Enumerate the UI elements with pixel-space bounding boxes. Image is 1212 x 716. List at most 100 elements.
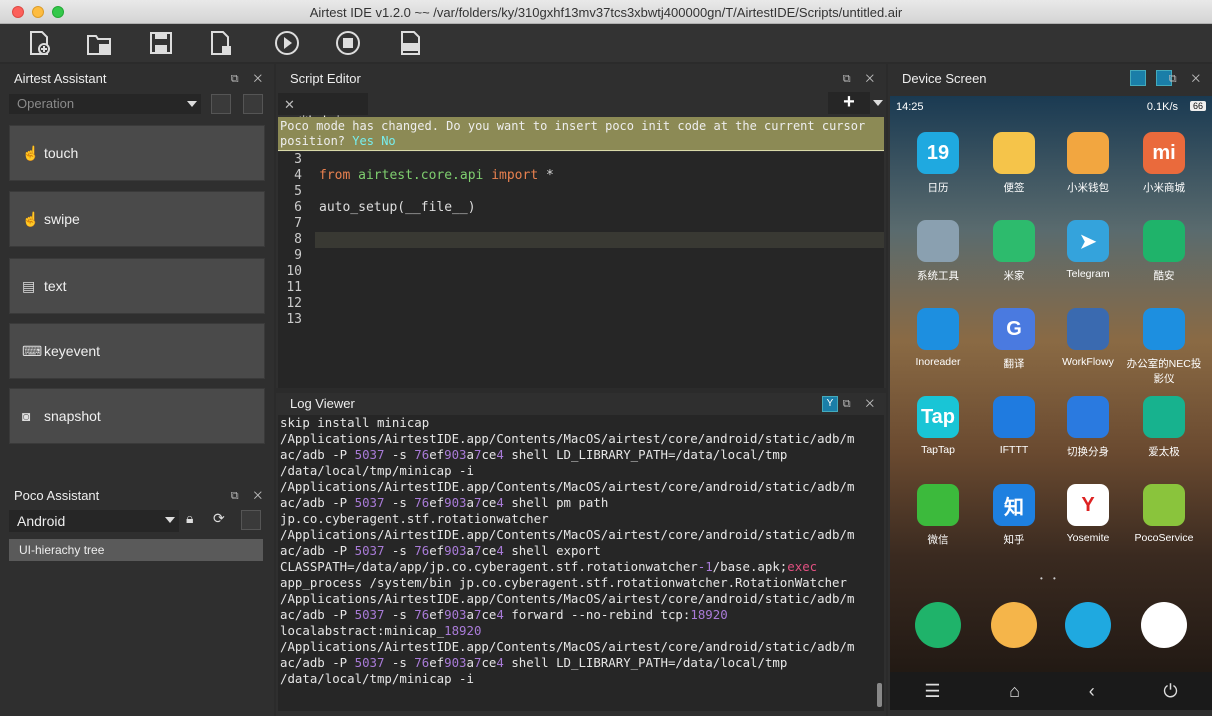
app-label: IFTTT (999, 444, 1029, 456)
panel-controls[interactable]: ⧉ ✕ (231, 485, 268, 507)
app-glyph (1143, 396, 1185, 438)
app-label: Telegram (1066, 268, 1110, 280)
back-icon[interactable]: ‹ (1089, 681, 1095, 702)
poco-mode-value: Android (17, 513, 66, 529)
power-icon[interactable]: ⏻ (1163, 681, 1177, 702)
dock-app-icon[interactable] (1126, 602, 1202, 654)
app-icon[interactable]: 办公室的NEC投影仪 (1126, 308, 1202, 386)
app-icon[interactable]: ➤ Telegram (1050, 220, 1126, 280)
run-icon[interactable] (272, 28, 302, 58)
app-glyph: Tap (917, 396, 959, 438)
app-icon[interactable]: IFTTT (976, 396, 1052, 456)
keyevent-label: keyevent (44, 343, 101, 359)
app-icon[interactable]: 小米钱包 (1050, 132, 1126, 195)
app-label: 爱太极 (1148, 446, 1180, 458)
snapshot-label: snapshot (44, 408, 101, 424)
log-icon[interactable] (396, 28, 426, 58)
ui-hierarchy-tree-item[interactable]: UI-hierachy tree (9, 539, 263, 561)
phone-status-bar: 14:25 0.1K/s 66 (890, 96, 1212, 118)
lock-icon[interactable]: 🔒︎ (186, 510, 206, 530)
save-icon[interactable] (146, 28, 176, 58)
dock-app-icon[interactable] (1050, 602, 1126, 654)
log-output[interactable]: skip install minicap /Applications/Airte… (278, 415, 884, 711)
app-label: 小米钱包 (1067, 182, 1109, 194)
tab-untitled[interactable]: ✕ untitled.air (278, 93, 368, 128)
select-region-icon[interactable] (211, 94, 231, 114)
text-button[interactable]: ▤ text (9, 258, 265, 314)
refresh-icon[interactable]: ⟳ (213, 510, 233, 530)
line-number: 9 (294, 248, 302, 263)
app-icon[interactable]: Inoreader (900, 308, 976, 368)
app-icon[interactable]: 便签 (976, 132, 1052, 195)
operation-select[interactable]: Operation (9, 94, 201, 114)
dock-app-icon[interactable] (900, 602, 976, 654)
app-icon[interactable]: G 翻译 (976, 308, 1052, 371)
keyboard-icon: ⌨ (22, 342, 43, 359)
notice-no-link[interactable]: No (381, 134, 395, 148)
app-glyph (993, 132, 1035, 174)
module-name: airtest.core.api (358, 168, 484, 183)
touch-label: touch (44, 145, 79, 161)
app-icon[interactable]: PocoService (1126, 484, 1202, 544)
close-tab-icon[interactable]: ✕ (284, 97, 295, 112)
app-glyph: 19 (917, 132, 959, 174)
stop-icon[interactable] (333, 28, 363, 58)
inspect-icon[interactable] (1130, 70, 1146, 86)
app-icon[interactable]: 系统工具 (900, 220, 976, 283)
app-glyph (1143, 308, 1185, 350)
app-icon[interactable]: 19 日历 (900, 132, 976, 195)
panel-controls[interactable]: ⧉ ✕ (231, 68, 268, 90)
line-number: 11 (286, 280, 302, 295)
tab-menu-chevron-icon[interactable] (873, 100, 883, 106)
app-icon[interactable]: 米家 (976, 220, 1052, 283)
app-icon[interactable]: 切换分身 (1050, 396, 1126, 459)
poco-mode-select[interactable]: Android (9, 510, 179, 532)
script-editor-title: Script Editor (290, 71, 361, 86)
app-icon[interactable]: 微信 (900, 484, 976, 547)
panel-controls[interactable]: ⧉ ✕ (843, 68, 880, 90)
dock-glyph (1065, 602, 1111, 648)
app-icon[interactable]: WorkFlowy (1050, 308, 1126, 368)
touch-button[interactable]: ☝ touch (9, 125, 265, 181)
menu-icon[interactable]: ☰ (924, 681, 940, 702)
poco-assistant-header: Poco Assistant ⧉ ✕ (0, 485, 274, 507)
line-number: 7 (294, 216, 302, 231)
new-tab-button[interactable]: + (828, 92, 870, 114)
airtest-assistant-title: Airtest Assistant (14, 71, 107, 86)
snapshot-button[interactable]: ◙ snapshot (9, 388, 265, 444)
swipe-button[interactable]: ☝ swipe (9, 191, 265, 247)
code-area[interactable]: 3 4 5 6 7 8 9 10 11 12 13 from airtest.c… (278, 152, 884, 388)
panel-controls[interactable]: ⧉ ✕ (843, 393, 880, 415)
phone-screen[interactable]: 14:25 0.1K/s 66 19 日历 便签 小米钱包 mi 小米商城系统工具 米家 ➤ T… (890, 96, 1212, 710)
app-icon[interactable]: Tap TapTap (900, 396, 976, 456)
app-icon[interactable]: mi 小米商城 (1126, 132, 1202, 195)
app-label: 便签 (1003, 182, 1025, 194)
app-label: 切换分身 (1067, 446, 1109, 458)
log-scrollbar[interactable] (877, 683, 882, 707)
log-viewer-panel: Log Viewer Y ⧉ ✕ skip install minicap /A… (276, 393, 886, 716)
notice-yes-link[interactable]: Yes (352, 134, 374, 148)
save-as-icon[interactable] (206, 28, 236, 58)
log-viewer-title: Log Viewer (290, 396, 355, 411)
open-folder-icon[interactable] (84, 28, 114, 58)
app-icon[interactable]: Y Yosemite (1050, 484, 1126, 544)
record-icon[interactable] (241, 510, 261, 530)
poco-assistant-title: Poco Assistant (14, 488, 100, 503)
app-icon[interactable]: 知知乎 (976, 484, 1052, 547)
app-glyph: ➤ (1067, 220, 1109, 262)
app-glyph: 知 (993, 484, 1035, 526)
app-icon[interactable]: 酷安 (1126, 220, 1202, 283)
app-glyph (917, 220, 959, 262)
filter-icon[interactable]: Y (822, 396, 838, 412)
keyevent-button[interactable]: ⌨ keyevent (9, 323, 265, 379)
record-icon[interactable] (243, 94, 263, 114)
panel-controls[interactable]: ⧉ ✕ (1169, 68, 1206, 90)
chevron-down-icon (187, 101, 197, 107)
app-icon[interactable]: 爱太极 (1126, 396, 1202, 459)
app-label: 微信 (927, 534, 949, 546)
home-icon[interactable]: ⌂ (1009, 681, 1020, 702)
dock-app-icon[interactable] (976, 602, 1052, 654)
keyword: from (319, 168, 351, 183)
app-glyph (917, 308, 959, 350)
new-script-icon[interactable] (24, 28, 54, 58)
